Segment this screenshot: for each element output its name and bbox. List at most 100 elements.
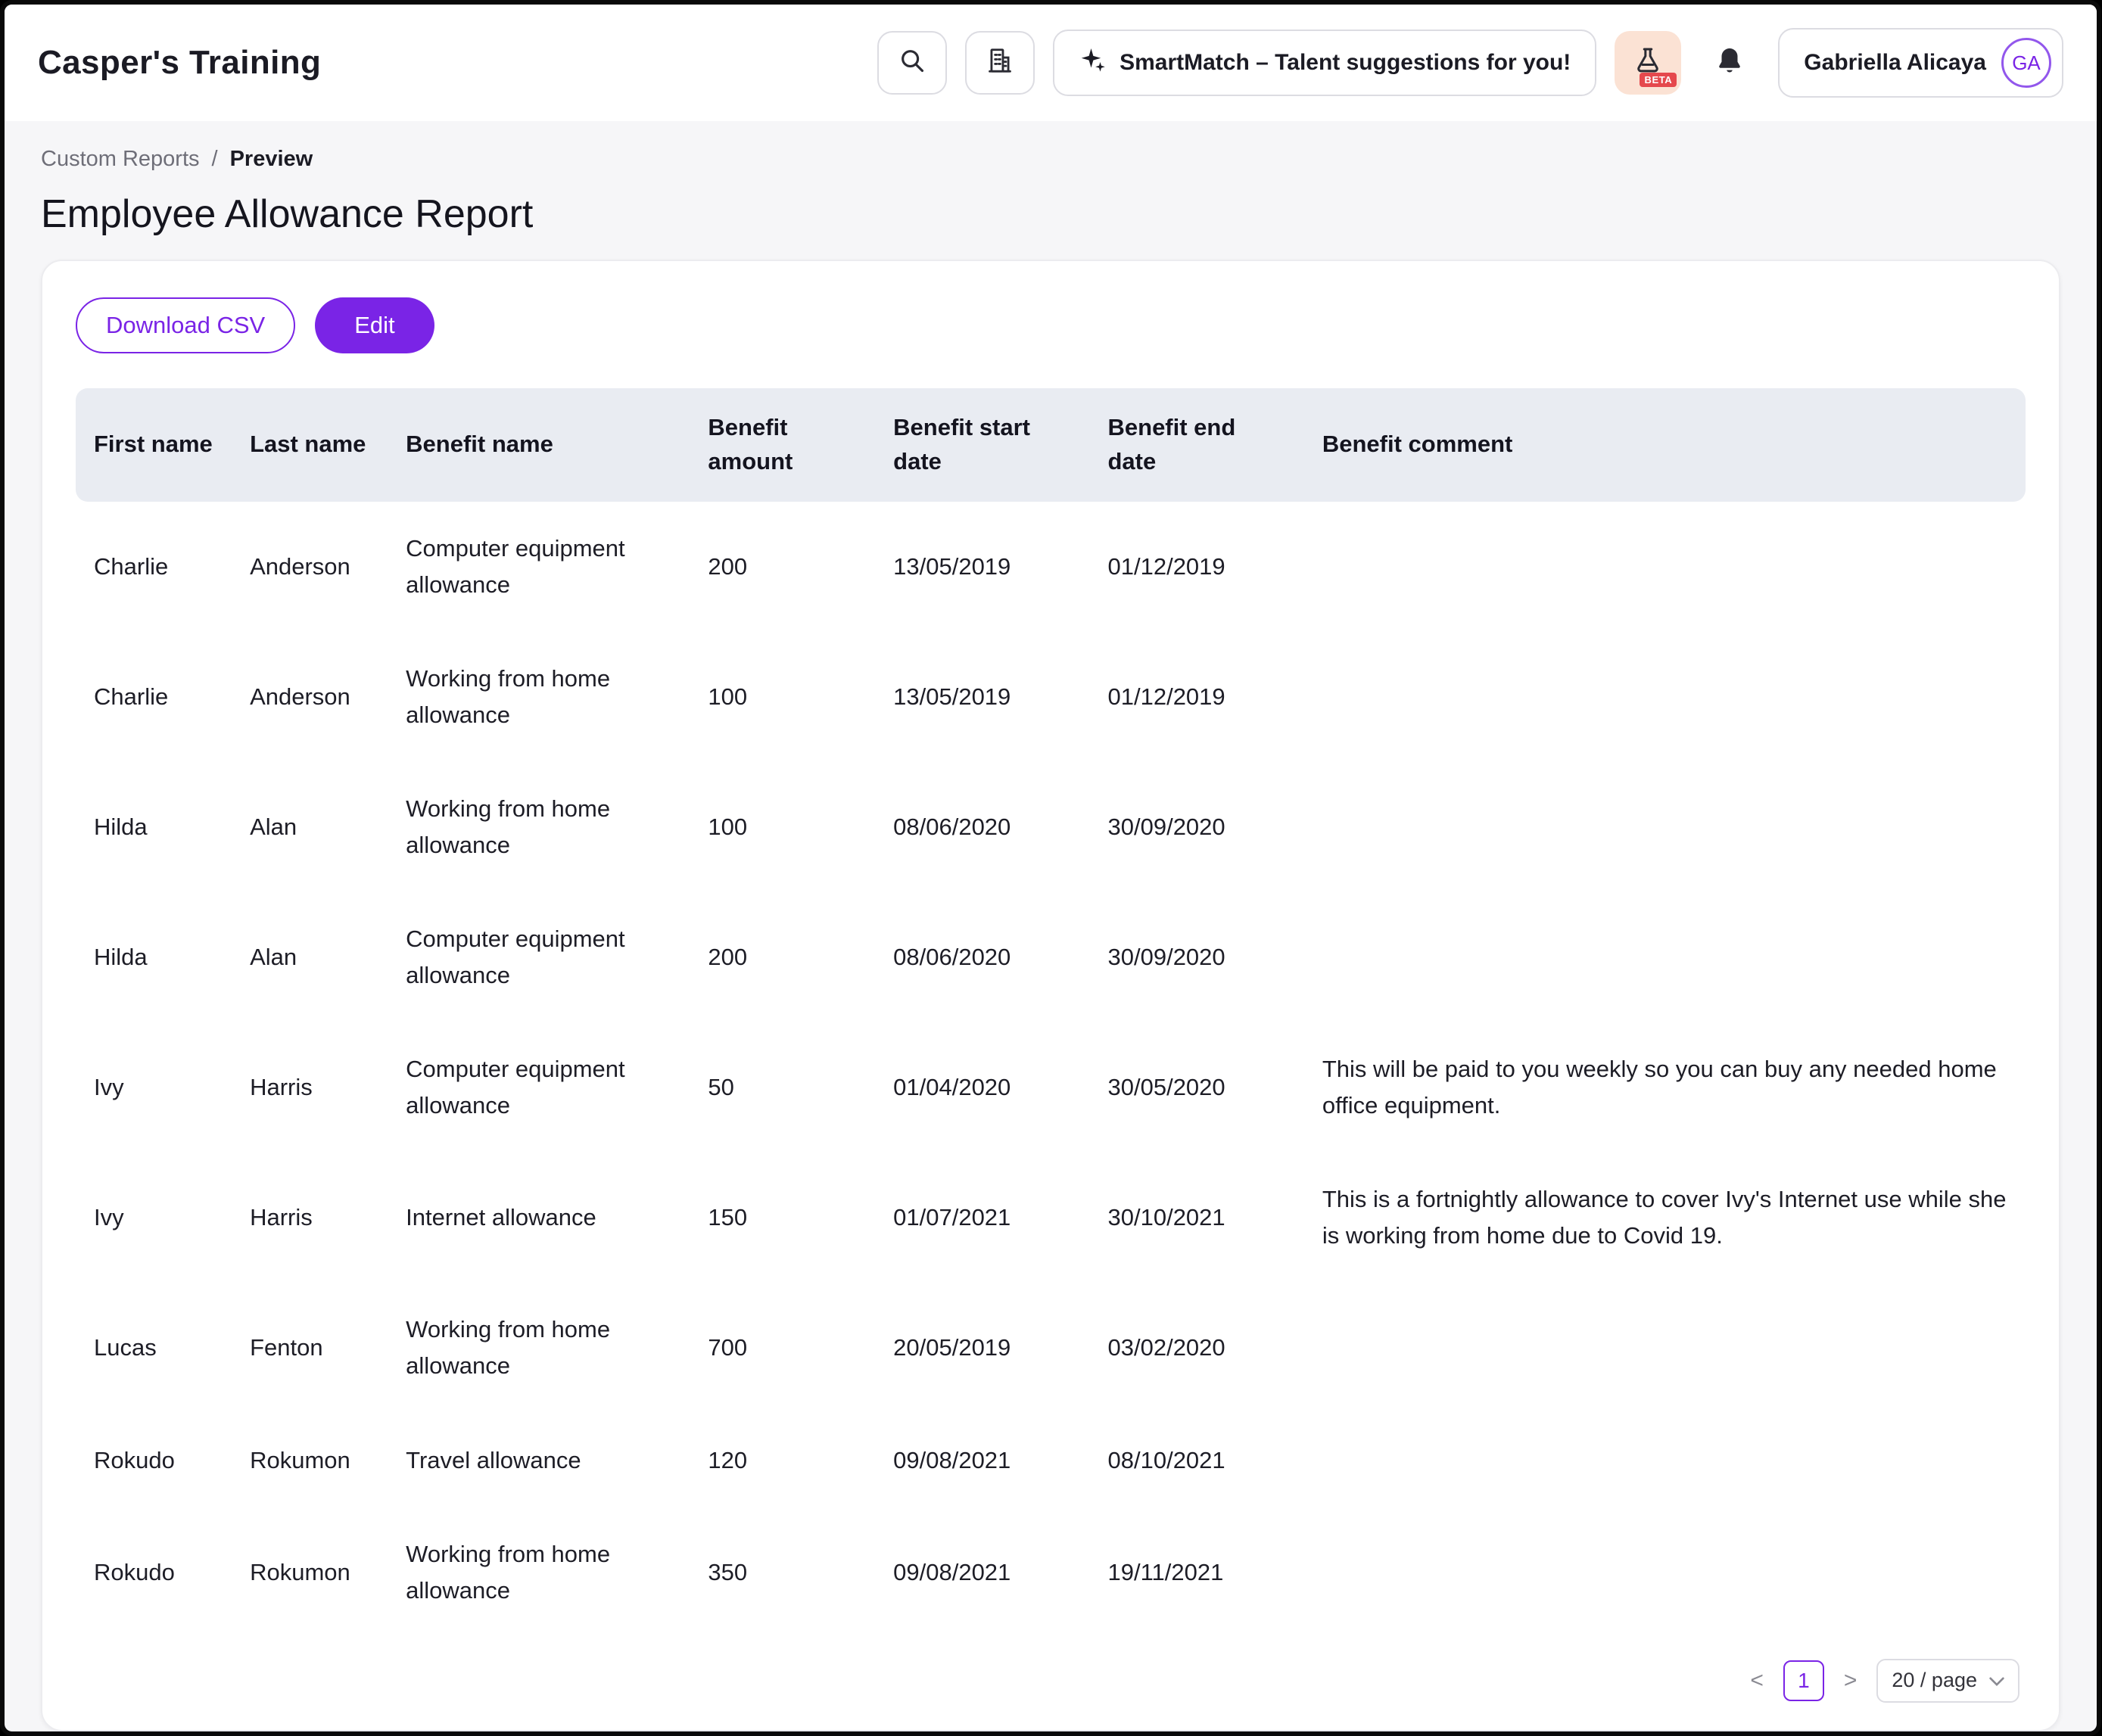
- table-cell: 13/05/2019: [875, 632, 1089, 762]
- download-csv-button[interactable]: Download CSV: [76, 297, 295, 353]
- breadcrumb-custom-reports[interactable]: Custom Reports: [41, 147, 200, 172]
- avatar: GA: [2001, 38, 2051, 88]
- next-page-button[interactable]: >: [1838, 1665, 1864, 1697]
- table-cell: [1304, 762, 2026, 892]
- table-cell: 700: [690, 1283, 875, 1413]
- table-cell: [1304, 892, 2026, 1022]
- table-cell: Rokumon: [232, 1414, 388, 1507]
- table-cell: 01/07/2021: [875, 1153, 1089, 1283]
- table-cell: 30/09/2020: [1090, 892, 1304, 1022]
- table-cell: [1304, 502, 2026, 632]
- table-cell: Working from home allowance: [388, 762, 690, 892]
- table-cell: Fenton: [232, 1283, 388, 1413]
- table-cell: Harris: [232, 1022, 388, 1153]
- table-cell: Travel allowance: [388, 1414, 690, 1507]
- table-cell: 03/02/2020: [1090, 1283, 1304, 1413]
- column-header: Benefit end date: [1090, 388, 1304, 502]
- table-row: IvyHarrisComputer equipment allowance500…: [76, 1022, 2026, 1153]
- table-row: IvyHarrisInternet allowance15001/07/2021…: [76, 1153, 2026, 1283]
- table-cell: Internet allowance: [388, 1153, 690, 1283]
- table-cell: 01/12/2019: [1090, 632, 1304, 762]
- pagination: < 1 > 20 / page: [76, 1659, 2026, 1703]
- page-size-value: 20 / page: [1892, 1669, 1977, 1692]
- table-cell: [1304, 1414, 2026, 1507]
- table-cell: 200: [690, 892, 875, 1022]
- table-cell: Charlie: [76, 632, 232, 762]
- column-header: Last name: [232, 388, 388, 502]
- table-header-row: First nameLast nameBenefit nameBenefit a…: [76, 388, 2026, 502]
- table-cell: This is a fortnightly allowance to cover…: [1304, 1153, 2026, 1283]
- report-actions: Download CSV Edit: [76, 297, 2026, 353]
- search-button[interactable]: [877, 31, 947, 95]
- table-cell: Charlie: [76, 502, 232, 632]
- smartmatch-button[interactable]: SmartMatch – Talent suggestions for you!: [1053, 30, 1596, 96]
- breadcrumb-separator: /: [212, 147, 218, 172]
- table-cell: 09/08/2021: [875, 1507, 1089, 1638]
- edit-button[interactable]: Edit: [315, 297, 434, 353]
- table-cell: Computer equipment allowance: [388, 1022, 690, 1153]
- table-cell: Alan: [232, 892, 388, 1022]
- table-cell: 200: [690, 502, 875, 632]
- table-cell: [1304, 1283, 2026, 1413]
- report-card: Download CSV Edit First nameLast nameBen…: [41, 260, 2060, 1731]
- table-cell: Computer equipment allowance: [388, 892, 690, 1022]
- table-cell: 100: [690, 762, 875, 892]
- prev-page-button[interactable]: <: [1744, 1665, 1770, 1697]
- table-cell: Rokumon: [232, 1507, 388, 1638]
- table-cell: [1304, 632, 2026, 762]
- page-title: Employee Allowance Report: [41, 191, 2060, 237]
- smartmatch-label: SmartMatch – Talent suggestions for you!: [1120, 50, 1571, 76]
- table-cell: Working from home allowance: [388, 1283, 690, 1413]
- organisation-button[interactable]: [965, 31, 1035, 95]
- top-header: Casper's Training SmartMatch – Talent su…: [5, 5, 2097, 121]
- table-cell: Working from home allowance: [388, 632, 690, 762]
- table-cell: 20/05/2019: [875, 1283, 1089, 1413]
- table-cell: 50: [690, 1022, 875, 1153]
- table-cell: Rokudo: [76, 1507, 232, 1638]
- page-size-select[interactable]: 20 / page: [1876, 1659, 2019, 1703]
- column-header: Benefit comment: [1304, 388, 2026, 502]
- table-row: CharlieAndersonWorking from home allowan…: [76, 632, 2026, 762]
- table-cell: Rokudo: [76, 1414, 232, 1507]
- user-menu[interactable]: Gabriella Alicaya GA: [1778, 28, 2063, 98]
- notifications-button[interactable]: [1699, 31, 1760, 95]
- table-cell: 01/12/2019: [1090, 502, 1304, 632]
- table-row: CharlieAndersonComputer equipment allowa…: [76, 502, 2026, 632]
- table-row: RokudoRokumonWorking from home allowance…: [76, 1507, 2026, 1638]
- table-cell: 19/11/2021: [1090, 1507, 1304, 1638]
- table-cell: Working from home allowance: [388, 1507, 690, 1638]
- table-cell: 350: [690, 1507, 875, 1638]
- table-cell: [1304, 1507, 2026, 1638]
- table-cell: Ivy: [76, 1022, 232, 1153]
- table-cell: 30/05/2020: [1090, 1022, 1304, 1153]
- table-cell: 150: [690, 1153, 875, 1283]
- breadcrumb-preview: Preview: [230, 147, 313, 172]
- table-cell: 120: [690, 1414, 875, 1507]
- table-cell: This will be paid to you weekly so you c…: [1304, 1022, 2026, 1153]
- table-cell: 08/06/2020: [875, 892, 1089, 1022]
- table-cell: Hilda: [76, 762, 232, 892]
- table-row: RokudoRokumonTravel allowance12009/08/20…: [76, 1414, 2026, 1507]
- column-header: Benefit name: [388, 388, 690, 502]
- table-cell: Computer equipment allowance: [388, 502, 690, 632]
- brand-logo[interactable]: Casper's Training: [38, 44, 321, 82]
- chevron-down-icon: [1989, 1669, 2004, 1692]
- column-header: First name: [76, 388, 232, 502]
- table-cell: Hilda: [76, 892, 232, 1022]
- column-header: Benefit start date: [875, 388, 1089, 502]
- report-table: First nameLast nameBenefit nameBenefit a…: [76, 388, 2026, 1638]
- app-window: Casper's Training SmartMatch – Talent su…: [0, 0, 2101, 1736]
- user-name: Gabriella Alicaya: [1804, 50, 1986, 76]
- breadcrumb: Custom Reports / Preview: [41, 147, 2060, 172]
- table-cell: Harris: [232, 1153, 388, 1283]
- table-cell: 100: [690, 632, 875, 762]
- page-1-button[interactable]: 1: [1783, 1660, 1824, 1701]
- table-cell: Alan: [232, 762, 388, 892]
- table-cell: 01/04/2020: [875, 1022, 1089, 1153]
- beta-flask-button[interactable]: BETA: [1615, 31, 1681, 95]
- table-cell: Ivy: [76, 1153, 232, 1283]
- table-cell: 30/09/2020: [1090, 762, 1304, 892]
- table-row: HildaAlanWorking from home allowance1000…: [76, 762, 2026, 892]
- table-row: HildaAlanComputer equipment allowance200…: [76, 892, 2026, 1022]
- table-row: LucasFentonWorking from home allowance70…: [76, 1283, 2026, 1413]
